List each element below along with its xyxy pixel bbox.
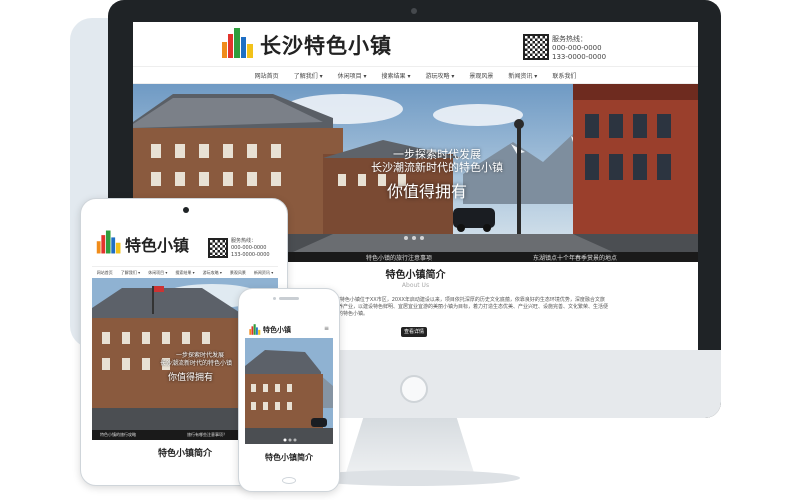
main-nav: 网站首页 了解我们 ▾ 休闲项目 ▾ 搜索结果 ▾ 游玩攻略 ▾ 景观风景 新闻… [133, 66, 698, 84]
site-header: 长沙特色小镇 服务热线： 000-000-0000 133-0000-0000 [133, 22, 698, 66]
city-logo-icon[interactable] [221, 28, 255, 58]
monitor-stand-neck [345, 418, 475, 476]
nav-item-contact[interactable]: 联系我们 [552, 71, 576, 80]
banner-pagination[interactable] [404, 236, 424, 240]
phone-camera [273, 297, 276, 300]
contact-label: 服务热线： [552, 35, 587, 43]
phone-logo-text[interactable]: 特色小镇 [263, 325, 291, 335]
nav-item-leisure[interactable]: 休闲项目 ▾ [338, 71, 367, 80]
banner-line-3: 你值得拥有 [387, 182, 468, 201]
contact-phone-2: 133-0000-0000 [552, 53, 607, 61]
news-strip-item-1[interactable]: 特色小镇的旅行注意事项 [366, 253, 432, 262]
phone-speaker [279, 297, 299, 300]
qr-code-icon [523, 34, 549, 60]
nav-item-news[interactable]: 新闻资讯 ▾ [508, 71, 537, 80]
nav-item-leisure[interactable]: 休闲项目 ▾ [148, 270, 167, 276]
phone-hero-banner[interactable] [245, 338, 333, 444]
tablet-strip-item-2[interactable]: 旅行有哪些注意事项？ [187, 432, 227, 438]
news-strip-item-2[interactable]: 东湖镇点十个年春季赏景的地点 [533, 253, 617, 262]
phone-home-button [282, 477, 296, 484]
nav-item-guide[interactable]: 游玩攻略 ▾ [425, 71, 454, 80]
banner-line-3: 你值得拥有 [168, 373, 214, 383]
nav-item-guide[interactable]: 游玩攻略 ▾ [203, 270, 222, 276]
city-logo-icon[interactable] [249, 324, 261, 335]
nav-item-scenery[interactable]: 景观风景 [469, 71, 493, 80]
nav-item-home[interactable]: 网站首页 [97, 270, 113, 276]
about-body: XX特色小镇位于XX市区，20XX年启动建设以来，项目依托深厚的历史文化底蕴，依… [333, 297, 609, 317]
hamburger-menu-icon[interactable]: ≡ [324, 326, 330, 332]
tablet-camera [183, 207, 189, 213]
contact-block: 服务热线： 000-000-0000 133-0000-0000 [552, 35, 606, 62]
phone-about-title: 特色小镇简介 [265, 453, 313, 462]
nav-item-scenery[interactable]: 景观风景 [230, 270, 246, 276]
tablet-nav: 网站首页 了解我们 ▾ 休闲项目 ▾ 搜索结果 ▾ 游玩攻略 ▾ 景观风景 新闻… [92, 266, 278, 278]
tablet-contact-block: 服务热线： 000-000-0000 133-0000-0000 [231, 238, 270, 259]
monitor-camera [411, 8, 417, 14]
nav-item-home[interactable]: 网站首页 [255, 71, 279, 80]
nav-item-news[interactable]: 新闻资讯 ▾ [254, 270, 273, 276]
monitor-power-button [400, 375, 428, 403]
contact-phone-2: 133-0000-0000 [231, 252, 270, 258]
nav-item-about[interactable]: 了解我们 ▾ [121, 270, 140, 276]
phone-banner-scene [245, 338, 333, 444]
tablet-logo-text[interactable]: 特色小镇 [125, 232, 189, 256]
contact-phone-1: 000-000-0000 [552, 44, 602, 52]
qr-code-icon [208, 238, 228, 258]
city-logo-icon[interactable] [96, 230, 122, 254]
phone-screen: 特色小镇 ≡ 特色小镇简介 [245, 318, 333, 476]
banner-line-2: 长沙潮流新时代的特色小镇 [371, 161, 503, 174]
tablet-strip-item-1[interactable]: 特色小镇的旅行攻略 [100, 432, 136, 438]
contact-phone-1: 000-000-0000 [231, 245, 267, 251]
view-details-button[interactable]: 查看详情 [401, 327, 427, 337]
nav-item-search[interactable]: 搜索结果 ▾ [175, 270, 194, 276]
contact-label: 服务热线： [231, 238, 257, 244]
banner-line-2: 长沙潮流新时代的特色小镇 [160, 360, 233, 367]
nav-item-search[interactable]: 搜索结果 ▾ [382, 71, 411, 80]
nav-item-about[interactable]: 了解我们 ▾ [294, 71, 323, 80]
site-logo-text[interactable]: 长沙特色小镇 [260, 30, 392, 60]
